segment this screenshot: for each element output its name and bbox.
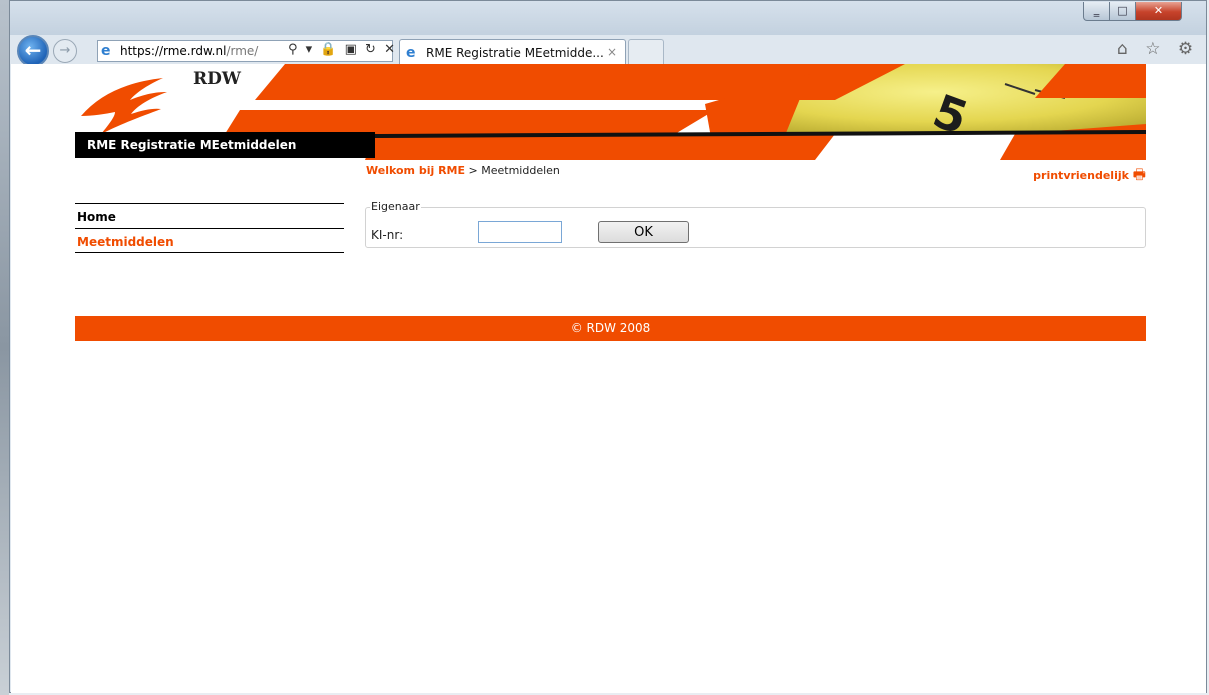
ok-button[interactable]: OK [598,221,689,243]
eigenaar-fieldset: Eigenaar KI-nr: OK [365,200,1146,248]
back-button[interactable]: ← [17,35,49,67]
nav-item-home[interactable]: Home [75,203,344,228]
maximize-button[interactable]: □ [1109,2,1136,21]
rdw-logo-icon [81,78,167,134]
ki-nr-label: KI-nr: [371,228,404,242]
page-viewport: 5 RDW RME Registratie MEetmiddelen Welko… [11,64,1206,693]
breadcrumb-home-link[interactable]: Welkom bij RME [366,164,465,177]
minimize-button[interactable]: ‗ [1083,2,1110,21]
ie-logo-icon: e [406,45,416,61]
address-bar-tools[interactable]: ⚲ ▾ 🔒 ▣ ↻ ✕ [288,42,397,57]
printer-icon: 🖶 [1132,167,1146,183]
breadcrumb-separator: > [468,164,478,177]
breadcrumb: Welkom bij RME > Meetmiddelen [366,164,560,177]
sidebar-nav: Home Meetmiddelen [75,203,344,253]
header-banner: 5 RDW RME Registratie MEetmiddelen [75,64,1146,162]
ie-logo-icon: e [101,43,111,59]
address-bar[interactable]: e https://rme.rdw.nl/rme/ ⚲ ▾ 🔒 ▣ ↻ ✕ [97,40,395,62]
ki-nr-input[interactable] [478,221,562,243]
breadcrumb-current: Meetmiddelen [481,164,560,177]
new-tab-button[interactable] [628,39,664,65]
site-title: RME Registratie MEetmiddelen [87,138,297,152]
forward-button[interactable]: → [53,39,77,63]
tab-rme[interactable]: e RME Registratie MEetmidde... × [399,39,626,65]
tab-title: RME Registratie MEetmidde... [426,46,604,60]
back-arrow-icon: ← [24,38,42,62]
window-titlebar: ‗ □ ✕ [10,1,1206,35]
close-window-button[interactable]: ✕ [1135,2,1182,21]
nav-item-meetmiddelen[interactable]: Meetmiddelen [75,228,344,253]
url-host: rme.rdw.nl [163,44,227,58]
footer: © RDW 2008 [75,316,1146,341]
forward-arrow-icon: → [59,43,71,58]
url-path: /rme/ [226,44,259,58]
url-scheme: https:// [120,44,164,58]
fieldset-legend: Eigenaar [370,200,421,213]
browser-window: ‗ □ ✕ ← → e https://rme.rdw.nl/rme/ ⚲ ▾ … [9,0,1207,693]
toolbar-icons[interactable]: ⌂ ☆ ⚙ [1117,39,1199,59]
tab-close-icon[interactable]: × [607,45,617,59]
print-friendly-link[interactable]: printvriendelijk 🖶 [1033,164,1146,188]
desktop-edge [0,0,9,695]
url-text[interactable]: https://rme.rdw.nl/rme/ [120,44,258,58]
print-friendly-label: printvriendelijk [1033,169,1129,182]
rdw-logo-text: RDW [193,69,241,89]
